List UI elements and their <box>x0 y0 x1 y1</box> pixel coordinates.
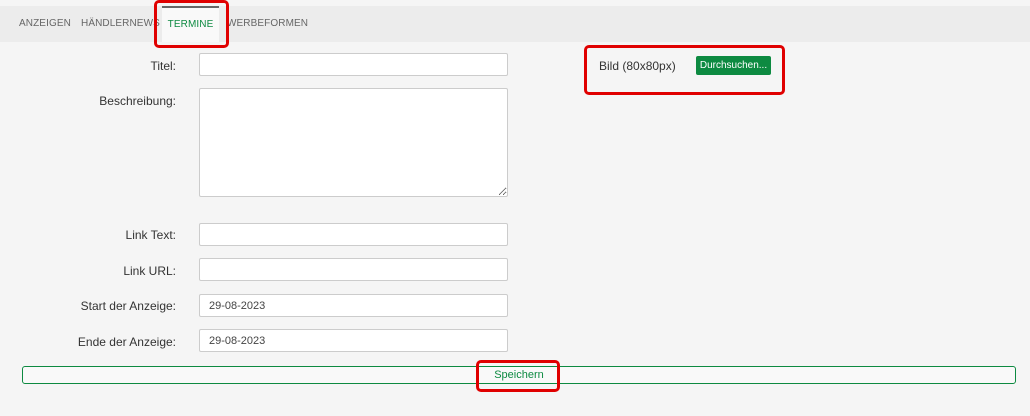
beschreibung-textarea[interactable] <box>199 88 508 197</box>
start-label: Start der Anzeige: <box>80 299 176 313</box>
ende-label: Ende der Anzeige: <box>77 335 176 349</box>
save-button[interactable]: Speichern <box>22 366 1016 384</box>
tab-termine[interactable]: TERMINE <box>162 6 219 42</box>
beschreibung-label: Beschreibung: <box>99 94 176 108</box>
tab-haendlernews[interactable]: HÄNDLERNEWS <box>81 6 160 42</box>
link-text-input[interactable] <box>199 223 508 246</box>
titel-label: Titel: <box>150 59 176 73</box>
top-navigation: ANZEIGEN HÄNDLERNEWS WERBEFORMEN TERMINE <box>0 6 1030 42</box>
link-url-input[interactable] <box>199 258 508 281</box>
tab-anzeigen[interactable]: ANZEIGEN <box>19 6 71 42</box>
titel-input[interactable] <box>199 53 508 76</box>
tab-werbeformen[interactable]: WERBEFORMEN <box>227 6 308 42</box>
browse-image-button[interactable]: Durchsuchen... <box>696 56 771 75</box>
ende-date-input[interactable] <box>199 329 508 352</box>
start-date-input[interactable] <box>199 294 508 317</box>
bild-label: Bild (80x80px) <box>599 59 676 73</box>
link-url-label: Link URL: <box>123 264 176 278</box>
link-text-label: Link Text: <box>125 228 176 242</box>
